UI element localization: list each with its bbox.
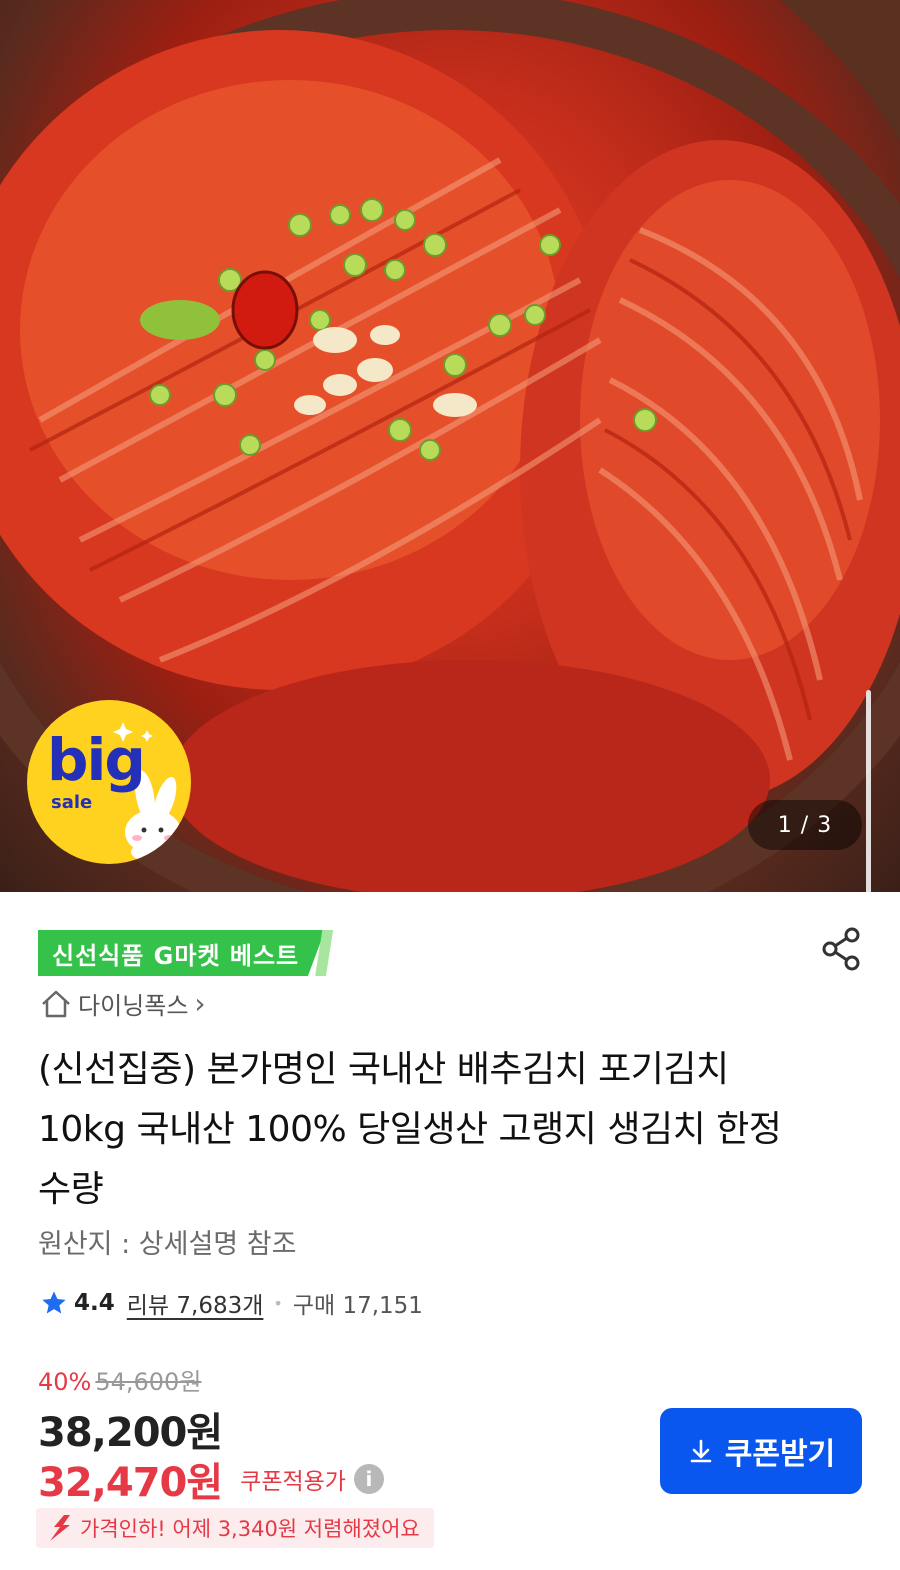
product-image-gallery[interactable]: big sale 1 / 3 [0,0,900,892]
coupon-price-label: 쿠폰적용가 [240,1469,346,1495]
discount-rate: 40% [38,1368,92,1396]
star-icon [42,1291,66,1314]
get-coupon-label: 쿠폰받기 [724,1438,836,1471]
price-down-arrow-icon [50,1515,70,1541]
info-icon[interactable]: i [353,1464,384,1494]
home-icon [42,990,70,1017]
best-badge: 신선식품 G마켓 베스트 [38,930,334,976]
discount-line: 40% 54,600원 [38,1362,201,1397]
price-drop-note: 가격인하! 어제 3,340원 저렴해졌어요 [36,1508,434,1548]
share-icon [822,927,860,971]
original-price: 54,600원 [95,1368,202,1396]
download-icon [690,1439,712,1463]
product-origin: 원산지 : 상세설명 참조 [38,1229,297,1260]
big-sale-big-text: big [47,726,146,794]
rating-score: 4.4 [74,1290,115,1316]
best-badge-label: 신선식품 G마켓 베스트 [38,930,326,976]
image-counter: 1 / 3 [748,800,862,850]
rating-row: 4.4 리뷰 7,683개 • 구매 17,151 [40,1286,423,1320]
coupon-price-row: 32,470원 쿠폰적용가 i [38,1450,384,1508]
share-button[interactable] [818,925,866,973]
chevron-right-icon: › [194,987,206,1020]
product-title: (신선집중) 본가명인 국내산 배추김치 포기김치 10kg 국내산 100% … [38,1049,782,1210]
store-name: 다이닝폭스 [78,992,189,1020]
big-sale-sale-text: sale [51,792,93,813]
review-count-link[interactable]: 리뷰 7,683개 [127,1286,264,1320]
purchase-count: 구매 17,151 [292,1293,423,1319]
store-link[interactable]: 다이닝폭스 › [40,986,206,1021]
coupon-price: 32,470원 [38,1460,223,1506]
price-drop-text: 가격인하! 어제 3,340원 저렴해졌어요 [80,1517,420,1541]
scroll-indicator [866,690,871,892]
get-coupon-button[interactable]: 쿠폰받기 [660,1408,862,1494]
big-sale-sticker: big sale [27,700,191,864]
separator-dot: • [273,1293,283,1313]
